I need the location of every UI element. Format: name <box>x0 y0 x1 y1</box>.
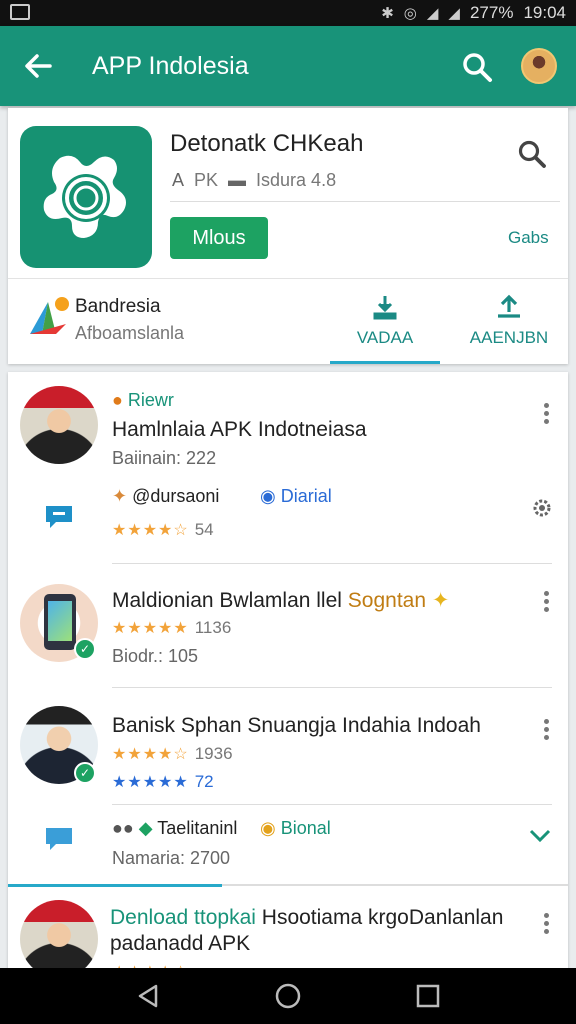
app-list: ● Riewr Hamlnlaia APK Indotneiasa Baiina… <box>8 372 568 972</box>
app-name: Detonatk CHKeah <box>170 130 364 157</box>
sparkle-icon: ✦ <box>112 486 128 506</box>
list-item[interactable]: ● Riewr Hamlnlaia APK Indotneiasa Baiina… <box>8 372 568 564</box>
list-item[interactable]: ✓ Maldionian Bwlamlan llel Sogntan ✦ ★★★… <box>8 564 568 688</box>
chevron-down-icon[interactable] <box>528 826 552 846</box>
profile-avatar[interactable] <box>521 48 557 84</box>
install-button[interactable]: Mlous <box>170 217 268 259</box>
developer-subtitle: Afboamslanla <box>75 323 185 343</box>
rating-count: 1936 <box>194 744 233 763</box>
back-icon[interactable] <box>134 982 162 1010</box>
clock: 19:04 <box>523 3 566 22</box>
share-icon <box>498 294 520 318</box>
leaf-icon: ◆ <box>138 818 153 838</box>
verified-badge-icon: ✓ <box>74 638 96 660</box>
search-icon[interactable] <box>460 50 494 84</box>
rating-count-secondary: 72 <box>194 772 214 791</box>
home-icon[interactable] <box>274 982 302 1010</box>
bluetooth-icon: ✱ <box>381 5 394 22</box>
rating-stars: ★★★★★ 1136 <box>112 618 232 637</box>
more-icon[interactable] <box>536 912 556 938</box>
sparkle-icon: ✦ <box>431 589 450 612</box>
verified-badge-icon: ✓ <box>74 762 96 784</box>
back-arrow-icon[interactable] <box>20 48 56 84</box>
tab-aaenjbn[interactable]: AAENJBN <box>454 288 564 364</box>
item-handle: ✦ @dursaoni <box>112 486 220 506</box>
app-language: Isdura 4.8 <box>256 170 337 190</box>
item-subtitle: Baiinain: 222 <box>112 448 217 468</box>
gallery-icon <box>10 4 30 20</box>
system-nav-bar <box>0 968 576 1024</box>
item-tag-secondary: ◉ Bional <box>260 818 331 838</box>
app-bar: APP Indolesia <box>0 26 576 106</box>
avatar <box>20 900 98 972</box>
tab-label: AAENJBN <box>469 328 549 347</box>
alarm-icon: ◎ <box>403 5 417 22</box>
signal-icon: ◢ <box>448 5 460 22</box>
status-bar: ✱ ◎ ◢ ◢ 277% 19:04 <box>0 0 576 26</box>
item-tag: ● Riewr <box>112 390 174 410</box>
item-tag-secondary: ◉ Diarial <box>260 486 332 506</box>
rating-stars: ★★★★☆ 1936 <box>112 744 233 763</box>
battery-level: 277% <box>469 3 514 22</box>
app-detail-card: Detonatk CHKeah A PK ▬ Isdura 4.8 Mlous … <box>8 108 568 364</box>
more-icon[interactable] <box>536 402 556 428</box>
app-bar-title: APP Indolesia <box>92 52 249 80</box>
tab-vadaa[interactable]: VADAA <box>330 288 440 364</box>
wifi-icon: ◢ <box>426 5 439 22</box>
item-name: ●● ◆ Taelitaninl <box>112 818 238 838</box>
item-title: Hamlnlaia APK Indotneiasa <box>112 418 367 441</box>
developer-logo-icon <box>30 297 69 334</box>
emoji-icon: ◉ <box>260 818 276 838</box>
chat-icon <box>46 828 72 850</box>
side-link[interactable]: Gabs <box>508 228 549 248</box>
loading-indicator <box>8 884 222 887</box>
more-icon[interactable] <box>536 590 556 616</box>
search-icon[interactable] <box>516 138 548 170</box>
more-icon[interactable] <box>536 718 556 744</box>
item-title-line2: padanadd APK <box>110 932 251 955</box>
divider <box>8 278 568 279</box>
apk-icon: A <box>172 170 185 190</box>
app-meta: A PK ▬ Isdura 4.8 <box>172 170 336 191</box>
app-type: PK <box>194 170 219 190</box>
chat-icon <box>46 506 72 528</box>
app-icon <box>20 126 152 268</box>
comment-icon: ▬ <box>228 170 247 190</box>
mask-icon: ◉ <box>260 486 276 506</box>
item-subtitle: Namaria: 2700 <box>112 848 231 868</box>
owl-icon: ● <box>112 390 123 410</box>
group-icon: ●● <box>112 818 134 838</box>
item-title: Banisk Sphan Snuangja Indahia Indoah <box>112 714 481 737</box>
rating-stars-secondary: ★★★★★ 72 <box>112 772 214 791</box>
item-title: Denload ttopkai Hsootiama krgoDanlanlan <box>110 906 504 929</box>
avatar <box>20 386 98 464</box>
item-subtitle: Biodr.: 105 <box>112 646 199 666</box>
item-title: Maldionian Bwlamlan llel Sogntan ✦ <box>112 589 450 612</box>
divider <box>112 804 552 805</box>
rating-stars: ★★★★☆ 54 <box>112 520 214 539</box>
gear-icon <box>43 155 126 238</box>
developer-name: Bandresia <box>75 296 161 317</box>
list-item[interactable]: Denload ttopkai Hsootiama krgoDanlanlan … <box>8 892 568 972</box>
download-icon <box>373 296 397 320</box>
list-item[interactable]: ✓ Banisk Sphan Snuangja Indahia Indoah ★… <box>8 688 568 884</box>
tab-label: VADAA <box>356 328 414 347</box>
rating-count: 54 <box>194 520 214 539</box>
phone-icon <box>44 594 76 650</box>
recents-icon[interactable] <box>414 982 442 1010</box>
settings-gear-icon[interactable] <box>530 496 554 520</box>
divider <box>170 201 560 202</box>
rating-count: 1136 <box>194 618 232 637</box>
